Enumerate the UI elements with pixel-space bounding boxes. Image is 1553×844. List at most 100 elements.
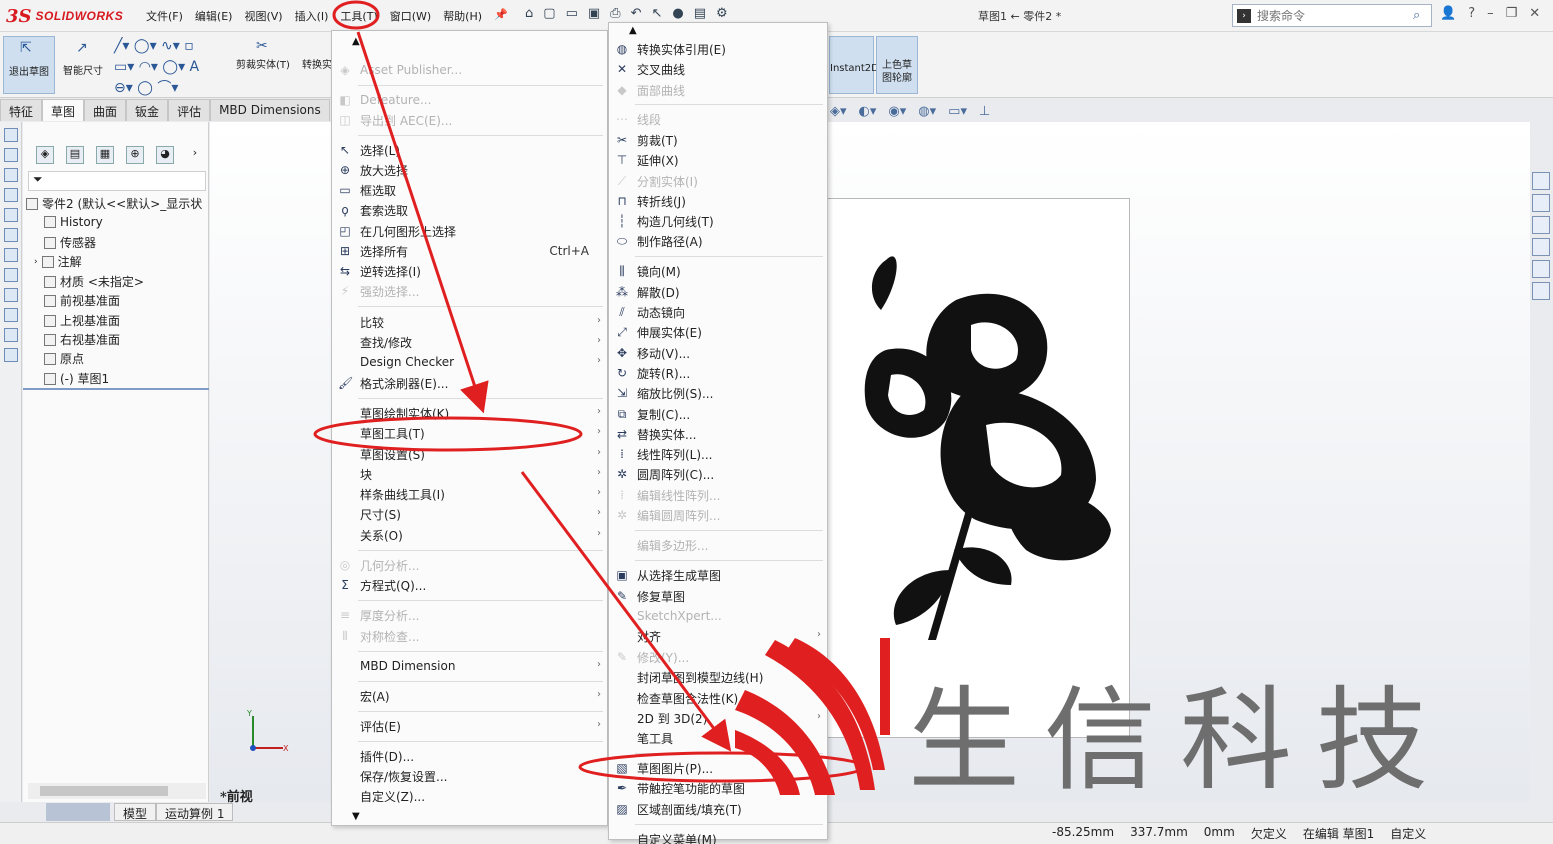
sketch_menu-item-15[interactable]: ↻ 旋转(R)... <box>609 363 827 383</box>
menu-window[interactable]: 窗口(W) <box>384 6 437 26</box>
tools_menu-item-16[interactable]: 草图工具(T) › <box>332 423 607 443</box>
home-icon[interactable]: ⌂ <box>525 6 533 21</box>
sketch_menu-item-20[interactable]: ✲ 圆周阵列(C)... <box>609 464 827 484</box>
strip-icon-8[interactable] <box>4 268 18 282</box>
file-props-icon[interactable]: ▤ <box>694 6 706 21</box>
tools_menu-item-17[interactable]: 草图设置(S) › <box>332 444 607 464</box>
sketch_menu-item-7[interactable]: ⊓ 转折线(J) <box>609 191 827 211</box>
tools_menu-item-14[interactable]: 🖌 格式涂刷器(E)... <box>332 373 607 393</box>
task-properties-icon[interactable] <box>1532 282 1550 300</box>
rose-sketch-picture[interactable] <box>826 240 1126 660</box>
view-settings-icon[interactable]: ▭▾ <box>948 104 967 119</box>
tree-item-top-plane[interactable]: 上视基准面 <box>44 312 120 329</box>
task-home-icon[interactable] <box>1532 172 1550 190</box>
sketch_menu-item-0[interactable]: ◍ 转换实体引用(E) <box>609 39 827 59</box>
help-icon[interactable]: ? <box>1468 6 1475 21</box>
tree-filter[interactable]: ⏷ <box>28 171 206 191</box>
tools_menu-item-4[interactable]: ⊕ 放大选择 <box>332 160 607 180</box>
feature-manager-tab-icon[interactable]: ◈ <box>36 146 54 164</box>
sketch_menu-item-5[interactable]: ⊤ 延伸(X) <box>609 150 827 170</box>
menu-tools[interactable]: 工具(T) <box>334 6 383 26</box>
sketch_menu-item-12[interactable]: ⫽ 动态镜向 <box>609 302 827 322</box>
strip-icon-11[interactable] <box>4 328 18 342</box>
strip-icon-9[interactable] <box>4 288 18 302</box>
sketch_menu-item-17[interactable]: ⧉ 复制(C)... <box>609 404 827 424</box>
strip-icon-3[interactable] <box>4 168 18 182</box>
sketch_menu-item-35[interactable]: ▨ 区域剖面线/填充(T) <box>609 799 827 819</box>
menu-insert[interactable]: 插入(I) <box>289 6 335 26</box>
tab-evaluate[interactable]: 评估 <box>168 99 211 121</box>
sketch_menu-item-36[interactable]: 自定义菜单(M) <box>609 829 827 844</box>
tools_menu-item-11[interactable]: 比较 › <box>332 312 607 332</box>
strip-icon-5[interactable] <box>4 208 18 222</box>
sketch_menu-item-14[interactable]: ✥ 移动(V)... <box>609 343 827 363</box>
task-appearance-icon[interactable] <box>1532 260 1550 278</box>
appearance-icon[interactable]: ◍▾ <box>918 104 936 119</box>
tab-nav-arrows[interactable] <box>46 803 110 821</box>
sketch_menu-item-24[interactable]: ▣ 从选择生成草图 <box>609 565 827 585</box>
strip-icon-10[interactable] <box>4 308 18 322</box>
minimize-icon[interactable]: – <box>1487 6 1494 21</box>
tree-item-sketch1[interactable]: (-) 草图1 <box>44 370 109 387</box>
hide-show-icon[interactable]: ◉▾ <box>888 104 906 119</box>
menu-help[interactable]: 帮助(H) <box>437 6 488 26</box>
tab-surfaces[interactable]: 曲面 <box>84 99 127 121</box>
tree-item-annotations[interactable]: › 注解 <box>34 253 82 270</box>
status-units[interactable]: 自定义 <box>1390 825 1426 842</box>
restore-icon[interactable]: ❐ <box>1506 6 1518 21</box>
menu-file[interactable]: 文件(F) <box>140 6 189 26</box>
tools_menu-item-9[interactable]: ⇆ 逆转选择(I) <box>332 261 607 281</box>
tab-motion-study[interactable]: 运动算例 1 <box>156 803 234 821</box>
save-icon[interactable]: ▣ <box>588 6 600 21</box>
instant2d-button[interactable]: Instant2D <box>829 36 879 94</box>
config-manager-tab-icon[interactable]: ▦ <box>96 146 114 164</box>
tools_menu-item-5[interactable]: ▭ 框选取 <box>332 180 607 200</box>
tools_menu-item-7[interactable]: ◰ 在几何图形上选择 <box>332 221 607 241</box>
tools_menu-item-30[interactable]: 保存/恢复设置... <box>332 766 607 786</box>
menu-view[interactable]: 视图(V) <box>238 6 288 26</box>
task-resources-icon[interactable] <box>1532 194 1550 212</box>
tools_menu-item-20[interactable]: 尺寸(S) › <box>332 504 607 524</box>
property-manager-tab-icon[interactable]: ▤ <box>66 146 84 164</box>
tools_menu-item-6[interactable]: ϙ 套索选取 <box>332 200 607 220</box>
tree-scrollbar[interactable] <box>28 783 206 799</box>
tree-item-right-plane[interactable]: 右视基准面 <box>44 331 120 348</box>
tree-item-history[interactable]: History <box>44 215 103 229</box>
tree-item-origin[interactable]: 原点 <box>44 350 84 367</box>
close-icon[interactable]: ✕ <box>1529 6 1540 21</box>
view-orientation-icon[interactable]: ◈▾ <box>830 104 847 119</box>
submenu-scroll-up-icon[interactable]: ▲ <box>629 25 637 36</box>
sketch_menu-item-18[interactable]: ⇄ 替换实体... <box>609 424 827 444</box>
tools_menu-item-13[interactable]: Design Checker › <box>332 352 607 372</box>
display-style-icon[interactable]: ◐▾ <box>859 104 877 119</box>
scroll-down-icon[interactable]: ▼ <box>352 811 360 822</box>
print-icon[interactable]: ⎙ <box>610 6 620 21</box>
tab-model[interactable]: 模型 <box>114 803 157 821</box>
strip-icon-1[interactable] <box>4 128 18 142</box>
tools_menu-item-26[interactable]: MBD Dimension › <box>332 656 607 676</box>
search-input[interactable] <box>1257 8 1407 23</box>
tools_menu-item-28[interactable]: 评估(E) › <box>332 716 607 736</box>
tools_menu-item-8[interactable]: ⊞ 选择所有 Ctrl+A <box>332 241 607 261</box>
scroll-thumb[interactable] <box>40 786 168 796</box>
task-library-icon[interactable] <box>1532 216 1550 234</box>
expand-icon[interactable]: › <box>34 257 38 267</box>
select-tool-icon[interactable]: ↖ <box>651 6 662 21</box>
tree-item-material[interactable]: 材质 <未指定> <box>44 273 144 290</box>
tab-features[interactable]: 特征 <box>0 99 43 121</box>
scroll-up-icon[interactable]: ▲ <box>352 36 360 47</box>
options-icon[interactable]: ⚙ <box>716 6 728 21</box>
tools_menu-item-15[interactable]: 草图绘制实体(K) › <box>332 403 607 423</box>
convert-entities-button[interactable]: 转换实 <box>302 56 332 71</box>
sketch_menu-item-10[interactable]: ⫼ 镜向(M) <box>609 261 827 281</box>
tab-sketch[interactable]: 草图 <box>42 99 85 121</box>
tree-item-sensors[interactable]: 传感器 <box>44 234 96 251</box>
app-logo[interactable]: 3S SOLIDWORKS <box>6 5 123 27</box>
tools_menu-item-12[interactable]: 查找/修改 › <box>332 332 607 352</box>
rollback-bar[interactable] <box>23 388 209 390</box>
sketch_menu-item-4[interactable]: ✂ 剪裁(T) <box>609 130 827 150</box>
pin-icon[interactable]: 📌 <box>488 6 514 26</box>
sketch_menu-item-25[interactable]: ✎ 修复草图 <box>609 586 827 606</box>
strip-icon-7[interactable] <box>4 248 18 262</box>
tools_menu-item-18[interactable]: 块 › <box>332 464 607 484</box>
